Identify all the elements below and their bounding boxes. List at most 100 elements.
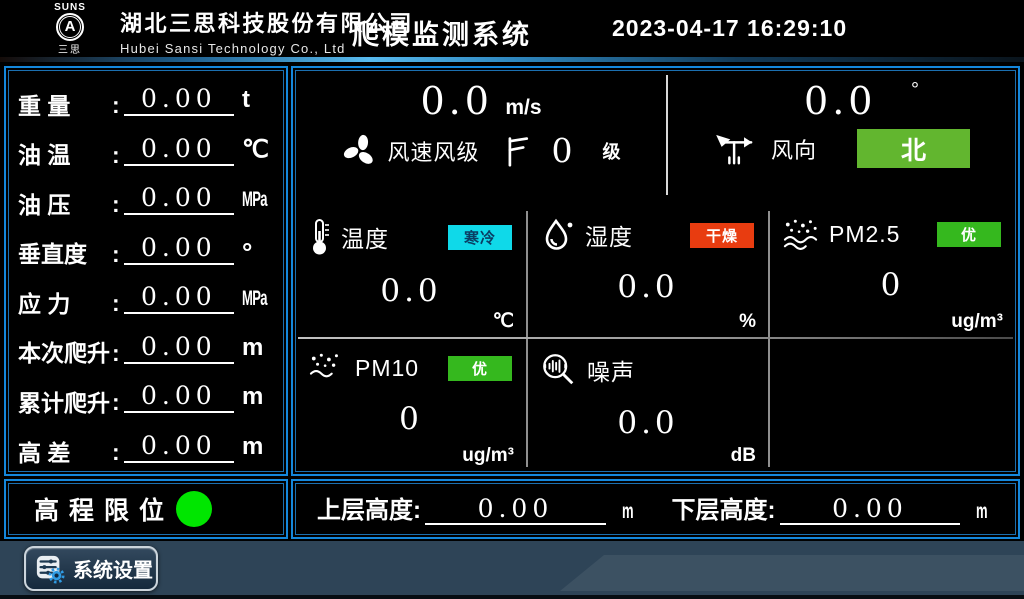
thermometer-icon (308, 217, 332, 257)
wind-direction-unit: ° (911, 79, 919, 101)
wind-level-unit: 级 (603, 138, 621, 164)
pm10-unit: ug/m³ (462, 445, 514, 467)
metric-label: 高 差 (18, 440, 112, 466)
metric-unit: ° (242, 242, 278, 268)
system-settings-button[interactable]: 系统设置 (24, 546, 158, 591)
logo-suns-text: SUNS (24, 2, 116, 13)
pm25-label: PM2.5 (829, 221, 900, 248)
company-logo: SUNS A 三思 (24, 2, 116, 56)
footer-bar: 系统设置 (0, 541, 1024, 599)
metric-row-current-climb: 本次爬升: 0.00 m (18, 322, 278, 367)
metric-row-stress: 应 力: 0.00 MPa (18, 272, 278, 317)
empty-cell (770, 339, 1015, 471)
environment-grid: 温度 寒冷 0.0 ℃ 湿度 干燥 (296, 205, 1015, 471)
lower-height-field: 0.00 (780, 494, 961, 525)
wind-direction-label: 风向 (771, 133, 817, 165)
lower-height-unit: m (976, 496, 994, 525)
metric-unit: m (242, 383, 278, 416)
wind-direction-value: 0.0 (804, 79, 876, 123)
noise-label: 噪声 (587, 353, 635, 387)
main-panel: 0.0 m/s 风速风级 (291, 66, 1020, 476)
metric-unit: MPa (242, 185, 278, 218)
wind-direction-badge: 北 (857, 129, 970, 168)
dust-icon (782, 217, 820, 251)
wind-level-flag-icon (504, 135, 530, 167)
upper-height-field: 0.00 (425, 494, 606, 525)
wind-level-value: 0 (552, 131, 573, 170)
metric-value-field: 0.00 (124, 381, 234, 413)
humidity-icon (540, 217, 576, 253)
pm10-status-badge: 优 (448, 356, 512, 381)
noise-cell: 噪声 0.0 dB (528, 339, 768, 471)
metric-label: 垂直度 (18, 241, 112, 267)
page-title: 爬模监测系统 (352, 13, 532, 52)
metric-label: 重 量 (18, 93, 112, 119)
settings-sliders-gear-icon (35, 554, 65, 584)
wind-speed-label: 风速风级 (387, 135, 479, 167)
elevation-limit-label: 高程限位 (34, 491, 174, 527)
metric-label: 应 力 (18, 291, 112, 317)
pm25-unit: ug/m³ (951, 311, 1003, 333)
pm25-cell: PM2.5 优 0 ug/m³ (770, 205, 1015, 337)
temperature-cell: 温度 寒冷 0.0 ℃ (296, 205, 526, 337)
logo-cn-text: 三思 (24, 41, 116, 56)
elevation-limit-panel: 高程限位 (4, 479, 288, 539)
wind-direction-block: 0.0 ° 风向 北 (668, 71, 1015, 205)
humidity-value: 0.0 (528, 269, 768, 305)
metrics-panel: 重 量: 0.00 t 油 温: 0.00 ℃ 油 压: 0.00 MPa 垂直… (4, 66, 288, 476)
pm10-cell: PM10 优 0 ug/m³ (296, 339, 526, 471)
metric-row-total-climb: 累计爬升: 0.00 m (18, 371, 278, 416)
metric-label: 本次爬升 (18, 340, 112, 366)
metric-value-field: 0.00 (124, 233, 234, 265)
temperature-label: 温度 (341, 220, 389, 254)
metric-row-oil-temp: 油 温: 0.00 ℃ (18, 124, 278, 169)
metric-row-verticality: 垂直度: 0.00 ° (18, 223, 278, 268)
climbing-formwork-monitor-screen: SUNS A 三思 湖北三思科技股份有限公司 Hubei Sansi Techn… (0, 0, 1024, 599)
pm25-value: 0 (770, 267, 1015, 303)
header-divider (0, 57, 1024, 62)
header: SUNS A 三思 湖北三思科技股份有限公司 Hubei Sansi Techn… (0, 0, 1024, 57)
layer-heights-panel: 上层高度: 0.00 m 下层高度: 0.00 m (291, 479, 1020, 539)
metric-unit: ℃ (242, 135, 278, 169)
metric-row-height-diff: 高 差: 0.00 m (18, 421, 278, 466)
upper-height-label: 上层高度 (317, 497, 413, 524)
metric-row-weight: 重 量: 0.00 t (18, 74, 278, 119)
pm10-value: 0 (296, 401, 526, 437)
wind-vane-icon (713, 131, 759, 167)
metric-value-field: 0.00 (124, 84, 234, 116)
wind-speed-unit: m/s (505, 96, 541, 119)
humidity-cell: 湿度 干燥 0.0 % (528, 205, 768, 337)
metric-value-field: 0.00 (124, 282, 234, 314)
wind-section: 0.0 m/s 风速风级 (296, 71, 1015, 205)
metric-value-field: 0.00 (124, 134, 234, 166)
noise-unit: dB (731, 445, 756, 467)
lower-height-row: 下层高度: 0.00 m (646, 484, 1001, 535)
upper-height-unit: m (622, 496, 640, 525)
metric-unit: t (242, 86, 278, 119)
metric-label: 油 温 (18, 142, 112, 168)
noise-value: 0.0 (528, 405, 768, 441)
logo-icon: A (56, 13, 84, 41)
metric-value-field: 0.00 (124, 183, 234, 215)
wind-speed-value: 0.0 (420, 79, 492, 123)
humidity-label: 湿度 (585, 218, 633, 252)
metric-label: 油 压 (18, 192, 112, 218)
settings-button-label: 系统设置 (73, 554, 153, 583)
dust-icon (308, 351, 346, 385)
metric-label: 累计爬升 (18, 390, 112, 416)
pm10-label: PM10 (355, 355, 419, 382)
upper-height-row: 上层高度: 0.00 m (311, 484, 646, 535)
metric-value-field: 0.00 (124, 431, 234, 463)
metric-unit: m (242, 433, 278, 466)
lower-height-label: 下层高度 (672, 497, 768, 524)
humidity-status-badge: 干燥 (690, 223, 754, 248)
elevation-limit-status-light (176, 491, 212, 527)
metric-unit: MPa (242, 284, 278, 317)
noise-icon (540, 351, 578, 389)
pm25-status-badge: 优 (937, 222, 1001, 247)
metric-row-oil-pressure: 油 压: 0.00 MPa (18, 173, 278, 218)
temperature-value: 0.0 (296, 273, 526, 309)
temperature-unit: ℃ (493, 310, 514, 333)
footer-accent-shape (560, 555, 1024, 591)
datetime-display: 2023-04-17 16:29:10 (612, 15, 847, 42)
